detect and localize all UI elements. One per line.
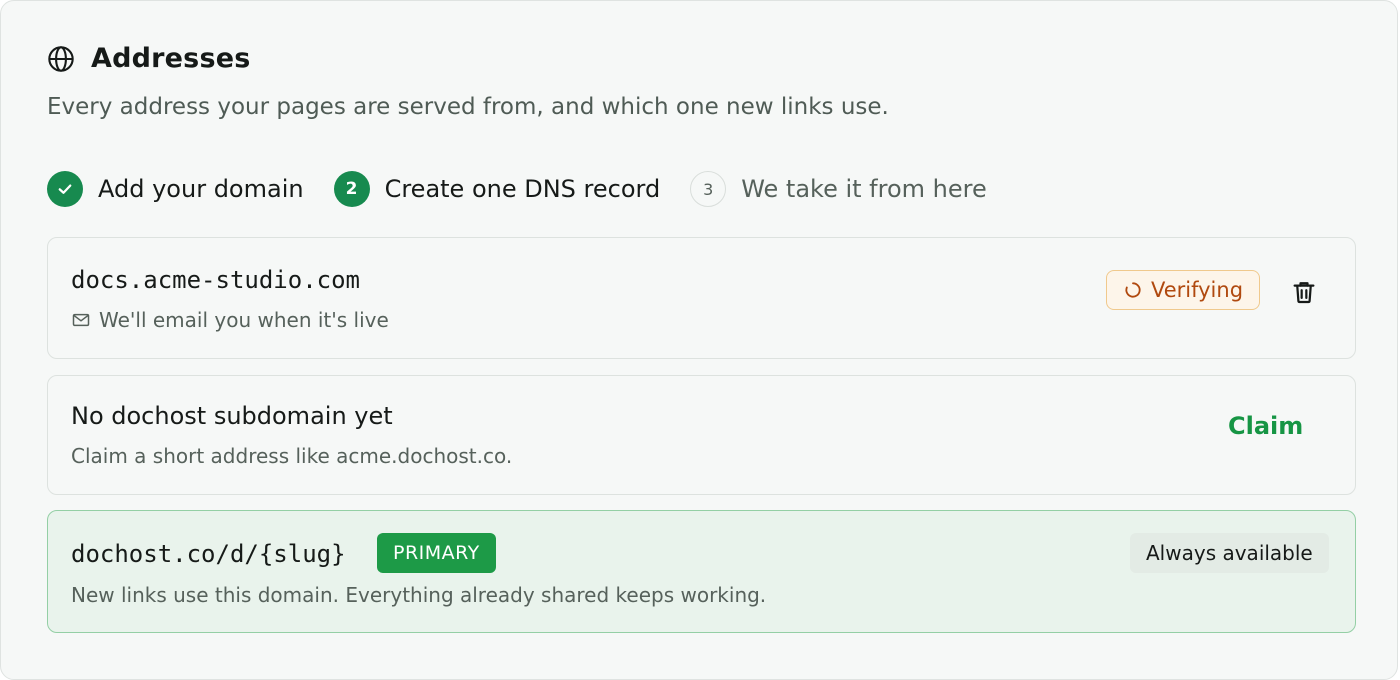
- custom-domain-name: docs.acme-studio.com: [71, 266, 360, 294]
- primary-domain-description: New links use this domain. Everything al…: [71, 583, 767, 607]
- step-add-domain: Add your domain: [47, 171, 304, 207]
- step-label: Add your domain: [98, 175, 304, 203]
- section-header: Addresses: [47, 43, 251, 74]
- section-title: Addresses: [91, 43, 251, 74]
- subdomain-title: No dochost subdomain yet: [71, 402, 393, 430]
- step-label: Create one DNS record: [384, 175, 661, 203]
- primary-domain-card: dochost.co/d/{slug} PRIMARY New links us…: [47, 510, 1356, 633]
- verifying-status-badge: Verifying: [1106, 270, 1260, 310]
- globe-icon: [47, 45, 75, 73]
- subdomain-description: Claim a short address like acme.dochost.…: [71, 444, 513, 468]
- primary-badge: PRIMARY: [377, 533, 496, 573]
- step-we-take-it: 3 We take it from here: [690, 171, 987, 207]
- primary-domain-name: dochost.co/d/{slug}: [71, 540, 346, 568]
- custom-domain-note: We'll email you when it's live: [71, 308, 389, 332]
- delete-domain-button[interactable]: [1288, 276, 1320, 308]
- step-dns-record: 2 Create one DNS record: [333, 171, 661, 207]
- note-text: We'll email you when it's live: [99, 308, 389, 332]
- section-subtitle: Every address your pages are served from…: [47, 94, 889, 120]
- claim-button[interactable]: Claim: [1228, 412, 1303, 440]
- mail-icon: [71, 310, 91, 330]
- subdomain-card: No dochost subdomain yet Claim a short a…: [47, 375, 1356, 495]
- availability-badge: Always available: [1130, 533, 1329, 573]
- addresses-panel: Addresses Every address your pages are s…: [0, 0, 1398, 680]
- step-number: 2: [333, 171, 370, 207]
- status-label: Verifying: [1150, 278, 1244, 302]
- step-label: We take it from here: [741, 175, 987, 203]
- check-icon: [47, 171, 83, 207]
- setup-steps: Add your domain 2 Create one DNS record …: [47, 171, 1017, 207]
- loading-spinner-icon: [1123, 280, 1143, 300]
- trash-icon: [1290, 278, 1318, 306]
- step-number: 3: [690, 171, 727, 207]
- custom-domain-card: docs.acme-studio.com We'll email you whe…: [47, 237, 1356, 359]
